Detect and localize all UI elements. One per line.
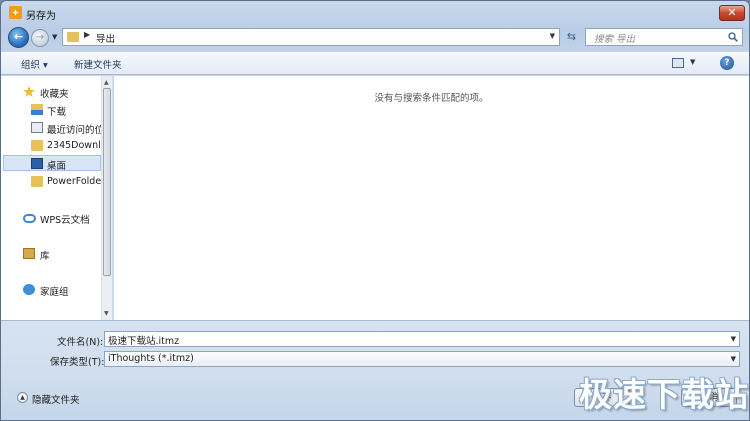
scroll-up-icon[interactable]: ▲: [104, 79, 109, 86]
file-list[interactable]: 没有与搜索条件匹配的项。: [114, 76, 749, 320]
filetype-dropdown-icon[interactable]: ▼: [731, 355, 736, 363]
recent-places-icon: [31, 122, 43, 133]
sidebar-item-label: 最近访问的位: [47, 125, 101, 136]
sidebar-item-label: PowerFolde: [47, 176, 101, 187]
sidebar-item-recent-places[interactable]: 最近访问的位: [1, 120, 101, 136]
window-title: 另存为: [26, 11, 56, 22]
help-icon[interactable]: ?: [720, 56, 734, 70]
sidebar-item-downloads[interactable]: 下载: [1, 102, 101, 118]
download-folder-icon: [31, 104, 43, 115]
sidebar-item-desktop[interactable]: 桌面: [3, 155, 101, 171]
sidebar-scrollbar[interactable]: ▲ ▼: [101, 76, 112, 320]
filetype-select[interactable]: iThoughts (*.itmz) ▼: [104, 351, 740, 367]
watermark-logo: 极速下载站: [579, 375, 749, 414]
hide-folders-button[interactable]: 隐藏文件夹: [32, 392, 80, 406]
star-icon: [23, 86, 35, 97]
search-placeholder: 搜索 导出: [594, 34, 636, 45]
view-dropdown-icon[interactable]: ▼: [690, 58, 695, 66]
sidebar-item-label: 桌面: [47, 161, 67, 171]
sidebar-item-label: 2345Downlo: [47, 140, 101, 151]
close-button[interactable]: ✕: [719, 5, 745, 21]
sidebar-item-homegroup[interactable]: 家庭组: [1, 282, 101, 298]
filename-value: 极速下载站.itmz: [108, 336, 180, 347]
filetype-label: 保存类型(T):: [50, 357, 105, 368]
sidebar-item-2345downloads[interactable]: 2345Downlo: [1, 138, 101, 154]
sidebar-item-wps-cloud[interactable]: WPS云文档: [1, 210, 101, 226]
sidebar-item-label: 收藏夹: [40, 89, 69, 100]
new-folder-button[interactable]: 新建文件夹: [74, 57, 122, 71]
filetype-value: iThoughts (*.itmz): [108, 353, 194, 364]
address-bar[interactable]: ▶ 导出 ▼: [62, 28, 560, 46]
view-options-icon[interactable]: [672, 58, 684, 68]
organize-button[interactable]: 组织 ▾: [21, 57, 48, 71]
refresh-icon[interactable]: ⇆: [562, 28, 581, 46]
folder-icon: [31, 176, 43, 187]
breadcrumb-chevron-icon[interactable]: ▶: [84, 30, 90, 39]
filename-label: 文件名(N):: [57, 337, 104, 348]
folder-icon: [31, 140, 43, 151]
title-bar: 另存为 ✕: [1, 1, 749, 25]
empty-message: 没有与搜索条件匹配的项。: [374, 93, 489, 104]
address-bar-row: ← → ▼ ▶ 导出 ▼ ⇆ 搜索 导出: [1, 25, 749, 49]
desktop-icon: [31, 158, 43, 169]
hide-folders-icon[interactable]: ▲: [17, 392, 28, 403]
back-button[interactable]: ←: [8, 27, 29, 48]
homegroup-icon: [23, 284, 35, 295]
recent-pages-dropdown-icon[interactable]: ▼: [52, 33, 57, 41]
scrollbar-thumb[interactable]: [103, 88, 111, 276]
folder-icon: [67, 32, 79, 42]
sidebar-item-favorites[interactable]: 收藏夹: [1, 84, 101, 100]
command-bar: 组织 ▾ 新建文件夹 ▼ ?: [1, 51, 749, 75]
scroll-down-icon[interactable]: ▼: [104, 310, 109, 317]
address-dropdown-icon[interactable]: ▼: [550, 32, 555, 40]
app-icon: [9, 6, 22, 19]
library-icon: [23, 248, 35, 259]
sidebar-item-label: 家庭组: [40, 287, 69, 298]
search-input[interactable]: 搜索 导出: [585, 28, 743, 46]
cloud-icon: [23, 214, 36, 223]
sidebar-item-powerfolder[interactable]: PowerFolde: [1, 174, 101, 190]
sidebar-item-libraries[interactable]: 库: [1, 246, 101, 262]
navigation-pane: 收藏夹 下载 最近访问的位 2345Downlo 桌面 PowerFolde W…: [1, 76, 113, 320]
forward-button[interactable]: →: [31, 29, 49, 47]
sidebar-item-label: WPS云文档: [40, 215, 90, 226]
breadcrumb-current[interactable]: 导出: [96, 31, 115, 45]
filename-dropdown-icon[interactable]: ▼: [731, 335, 736, 343]
filename-field[interactable]: 极速下载站.itmz ▼: [104, 331, 740, 347]
save-as-dialog: 另存为 ✕ ← → ▼ ▶ 导出 ▼ ⇆ 搜索 导出 组织 ▾ 新建文件夹 ▼ …: [0, 0, 750, 421]
sidebar-item-label: 下载: [47, 107, 67, 118]
sidebar-item-label: 库: [40, 251, 50, 262]
search-icon[interactable]: [728, 32, 738, 42]
